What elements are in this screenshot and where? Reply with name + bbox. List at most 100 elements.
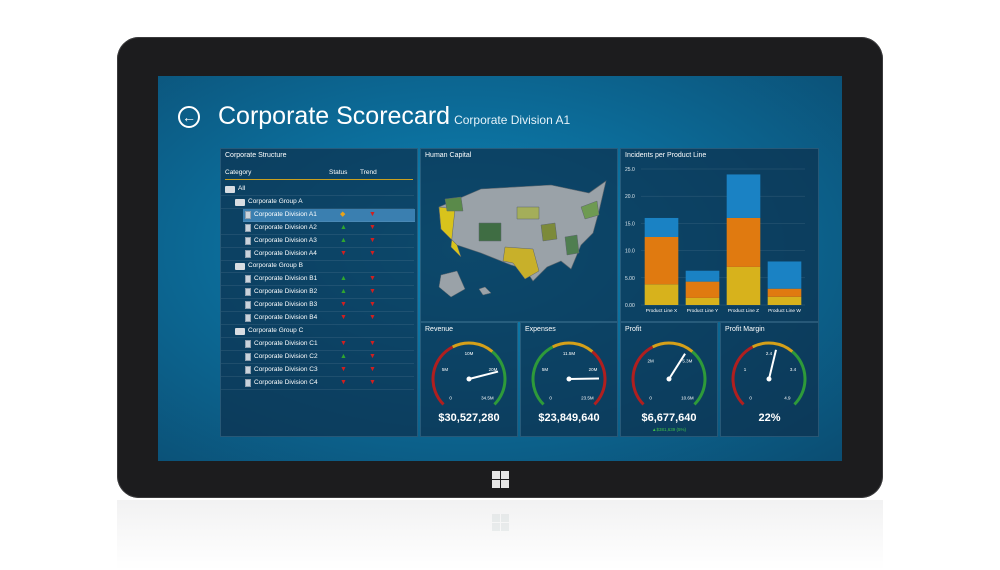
bar-segment[interactable] [767,296,802,305]
gauge-tick-label: 5M [442,367,449,372]
trend-down-icon: ▼ [369,249,376,257]
status-up-icon: ▲ [340,236,347,244]
gauge-title: Profit [625,326,642,333]
gauge-panel: Revenue 0 5M 10M 20M 34.5M $30,527,280 [420,322,518,437]
trend-down-icon: ▼ [369,352,376,360]
status-column-header[interactable]: Status [329,169,347,176]
y-tick-label: 15.0 [625,221,635,227]
bar-segment[interactable] [685,297,720,305]
tree-row-label: Corporate Group C [248,326,304,334]
gauge-subtext: ▲$381,639 (5%) [652,427,686,432]
trend-down-icon: ▼ [369,223,376,231]
tree-row-label: Corporate Division C2 [254,352,318,360]
gauge-tick-label: 2.4 [766,351,773,356]
category-column-header[interactable]: Category [225,169,251,176]
gauge-hub [566,376,572,382]
tree-row-label: Corporate Division A4 [254,249,317,257]
gauge-panel: Profit Margin 0 1 2.4 3.4 4.9 22% [720,322,819,437]
status-up-icon: ▲ [340,352,347,360]
gauge-tick-label: 5M [542,367,549,372]
tree-division-row[interactable]: Corporate Division C2 ▲ ▼ [221,351,414,364]
bar-segment[interactable] [644,237,679,285]
bar-segment[interactable] [726,174,761,218]
gauge-band [651,341,694,353]
tree-division-row[interactable]: Corporate Division B4 ▼ ▼ [221,312,414,325]
document-icon [245,378,251,387]
tree-division-row[interactable]: Corporate Division A2 ▲ ▼ [221,222,414,235]
tree-division-row[interactable]: Corporate Division A4 ▼ ▼ [221,248,414,261]
y-tick-label: 0.00 [625,303,635,309]
bar-segment[interactable] [685,281,720,298]
page-title: Corporate Scorecard Corporate Division A1 [218,102,570,131]
gauge-hub [766,376,772,382]
status-down-icon: ▼ [340,365,347,373]
tree-group-row[interactable]: Corporate Group B [221,260,414,274]
tree-division-row[interactable]: Corporate Division B3 ▼ ▼ [221,299,414,313]
gauge-tick-label: 0 [549,395,552,400]
tree-division-row[interactable]: Corporate Division A1 ◆ ▼ [243,208,415,222]
document-icon [245,339,251,348]
gauge-tick-label: 0 [649,395,652,400]
folder-icon [235,198,245,206]
gauge-dial[interactable]: 0 1 2.4 3.4 4.9 [721,333,817,423]
gauge-dial[interactable]: 0 5M 11.5M 20M 23.5M [521,333,617,423]
bar-segment[interactable] [726,266,761,305]
gauge-value: 22% [758,412,781,424]
trend-down-icon: ▼ [369,314,376,321]
back-arrow-icon[interactable]: ← [178,106,200,128]
gauge-tick-label: 4.9 [784,395,791,400]
structure-header-row: Category Status Trend [225,169,413,180]
gauge-value: $23,849,640 [538,412,600,424]
tree-division-row[interactable]: Corporate Division A3 ▲ ▼ [221,235,414,248]
gauge-tick-label: 10.6M [681,395,694,400]
x-tick-label: Product Line Z [728,308,759,314]
bar-segment[interactable] [685,270,720,282]
tree-group-row[interactable]: All [221,183,414,196]
document-icon [245,365,251,374]
tablet-reflection [117,500,883,570]
document-icon [245,288,251,297]
y-tick-label: 5.00 [625,276,635,282]
gauge-tick-label: 2M [647,359,654,364]
bar-segment[interactable] [767,261,802,289]
status-down-icon: ▼ [340,339,347,347]
status-up-icon: ▲ [340,223,347,231]
trend-down-icon: ▼ [369,365,376,373]
tree-division-row[interactable]: Corporate Division B2 ▲ ▼ [221,286,414,300]
status-down-icon: ▼ [340,249,347,257]
gauge-hub [466,376,472,382]
tree-division-row[interactable]: Corporate Division C4 ▼ ▼ [221,377,414,390]
bar-segment[interactable] [726,217,761,267]
tree-row-label: Corporate Division A1 [254,210,317,218]
us-map[interactable] [421,149,617,321]
tree-row-label: Corporate Group B [248,262,303,270]
tree-division-row[interactable]: Corporate Division B1 ▲ ▼ [221,273,414,287]
gauge-title: Revenue [425,326,454,333]
trend-down-icon: ▼ [369,301,376,309]
status-down-icon: ▼ [340,378,347,386]
incidents-bar-chart[interactable]: 0.00 5.00 10.0 15.0 20.0 25.0 Product Line X Pr… [621,149,818,321]
tree-group-row[interactable]: Corporate Group C [221,325,414,338]
windows-logo-icon[interactable] [492,471,509,488]
tree-division-row[interactable]: Corporate Division C3 ▼ ▼ [221,364,414,377]
page-title-text: Corporate Scorecard [218,102,451,130]
gauge-panel: Expenses 0 5M 11.5M 20M 23.5M $23,849,640 [520,322,618,437]
gauge-band [491,350,507,406]
bar-segment[interactable] [644,284,679,305]
bar-segment[interactable] [767,288,802,297]
trend-down-icon: ▼ [369,275,376,283]
gauge-dial[interactable]: 0 2M 5.3M 10.6M [621,333,717,423]
trend-down-icon: ▼ [369,378,376,386]
gauge-band [791,350,807,406]
tree-division-row[interactable]: Corporate Division C1 ▼ ▼ [221,338,414,351]
folder-icon [225,186,235,193]
gauge-value: $6,677,640 [641,412,697,424]
trend-column-header[interactable]: Trend [360,169,377,176]
tree-row-label: All [238,185,246,192]
tree-group-row[interactable]: Corporate Group A [221,196,414,209]
gauge-dial[interactable]: 05M10M20M34.5M [421,333,517,423]
trend-down-icon: ▼ [369,210,376,218]
bar-segment[interactable] [644,217,679,237]
status-up-icon: ▲ [340,275,347,283]
y-tick-label: 25.0 [625,167,635,173]
